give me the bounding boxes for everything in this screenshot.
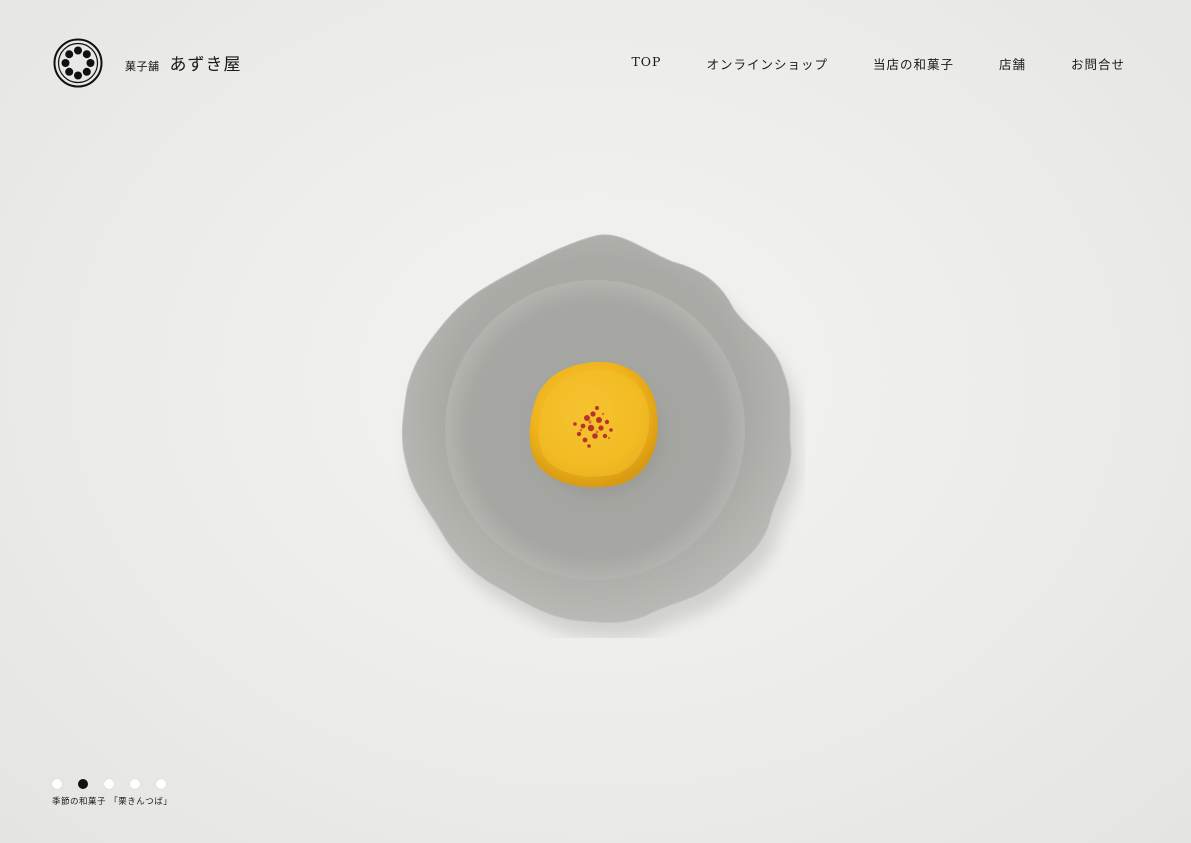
slider-dot[interactable] xyxy=(104,779,114,789)
slider-pagination xyxy=(52,779,166,789)
nav-item-our-wagashi[interactable]: 当店の和菓子 xyxy=(873,54,954,73)
main-nav: TOP オンラインショップ 当店の和菓子 店舗 お問合せ xyxy=(631,54,1125,73)
site-header: 菓子舗 あずき屋 TOP オンラインショップ 当店の和菓子 店舗 お問合せ xyxy=(0,0,1191,120)
slide-caption: 季節の和菓子 「栗きんつば」 xyxy=(52,797,173,807)
family-crest-logo-icon[interactable] xyxy=(53,38,103,88)
brand-name: あずき屋 xyxy=(169,55,242,75)
slider-dot-active[interactable] xyxy=(78,779,88,789)
slider-dot[interactable] xyxy=(156,779,166,789)
nav-item-store[interactable]: 店舗 xyxy=(999,54,1026,73)
nav-item-top[interactable]: TOP xyxy=(631,54,661,73)
nav-item-contact[interactable]: お問合せ xyxy=(1071,54,1125,73)
hero-image xyxy=(401,234,799,638)
slider-dot[interactable] xyxy=(130,779,140,789)
brand-title[interactable]: 菓子舗 あずき屋 xyxy=(125,50,242,75)
slider-dot[interactable] xyxy=(52,779,62,789)
brand-subtitle: 菓子舗 xyxy=(125,60,160,73)
nav-item-online-shop[interactable]: オンラインショップ xyxy=(706,54,828,73)
